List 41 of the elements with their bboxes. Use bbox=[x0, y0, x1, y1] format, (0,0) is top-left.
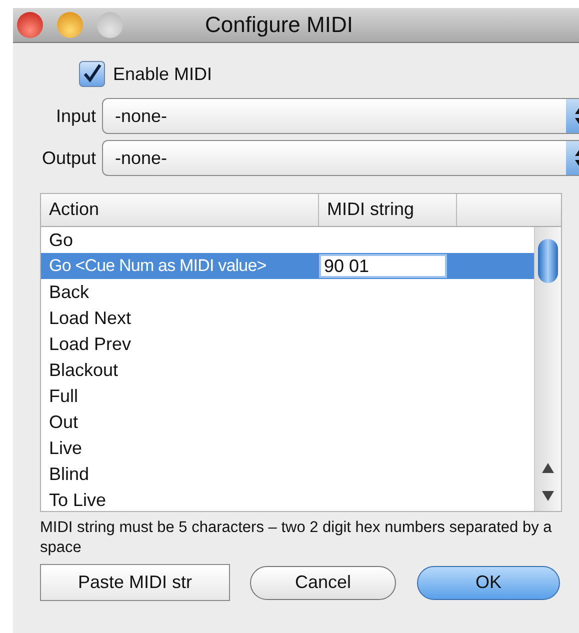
scroll-up-icon[interactable] bbox=[542, 463, 554, 473]
table-cell-text: Go <Cue Num as MIDI value> bbox=[48, 256, 268, 276]
close-icon[interactable] bbox=[17, 12, 43, 38]
checkbox-label: Enable MIDI bbox=[113, 64, 212, 84]
table-cell-text: Back bbox=[48, 282, 90, 302]
table-cell-text: Load Prev bbox=[48, 334, 132, 354]
table-row[interactable]: Live bbox=[41, 435, 534, 461]
scroll-thumb[interactable] bbox=[538, 239, 558, 283]
table-cell-text: Full bbox=[48, 386, 80, 406]
midi-input-field[interactable]: 90 01 bbox=[319, 254, 447, 278]
table-row[interactable]: Blackout bbox=[41, 357, 534, 383]
table-cell-text: Live bbox=[48, 438, 84, 458]
table-row[interactable]: Blind bbox=[41, 461, 534, 487]
table-row[interactable]: Full bbox=[41, 383, 534, 409]
select-label: Input bbox=[54, 106, 97, 126]
table-row[interactable]: Go <Cue Num as MIDI value> 90 01 bbox=[41, 253, 534, 279]
table-cell-text: Out bbox=[48, 412, 80, 432]
table-cell-text: Go bbox=[48, 230, 74, 250]
table-cell-text: To Live bbox=[48, 490, 108, 510]
select-label: Output bbox=[40, 148, 97, 168]
enable-checkbox[interactable] bbox=[79, 61, 105, 87]
dropdown[interactable]: -none- bbox=[102, 98, 579, 134]
dialog-button[interactable]: OK bbox=[417, 566, 560, 600]
table-row[interactable]: Go bbox=[41, 227, 534, 253]
hint-text: MIDI string must be 5 characters – two 2 digit hex numbers separated by a space bbox=[40, 518, 553, 558]
table-row[interactable]: To Live bbox=[41, 487, 534, 511]
table-cell-text: Blackout bbox=[48, 360, 120, 380]
scroll-down-icon[interactable] bbox=[542, 491, 554, 501]
table-cell-text: Blind bbox=[48, 464, 90, 484]
table-row[interactable]: Load Prev bbox=[41, 331, 534, 357]
table-row[interactable]: Load Next bbox=[41, 305, 534, 331]
dropdown[interactable]: -none- bbox=[102, 140, 579, 176]
window-title: Configure MIDI bbox=[205, 12, 353, 38]
column-header[interactable]: Action bbox=[41, 194, 319, 226]
scrollbar[interactable] bbox=[534, 227, 561, 511]
table-cell-text: Load Next bbox=[48, 308, 132, 328]
dialog-button[interactable]: Paste MIDI str bbox=[40, 564, 230, 601]
table-row[interactable]: Back bbox=[41, 279, 534, 305]
column-header[interactable]: MIDI string bbox=[319, 194, 457, 226]
table-row[interactable]: Out bbox=[41, 409, 534, 435]
dialog-button[interactable]: Cancel bbox=[250, 566, 396, 600]
